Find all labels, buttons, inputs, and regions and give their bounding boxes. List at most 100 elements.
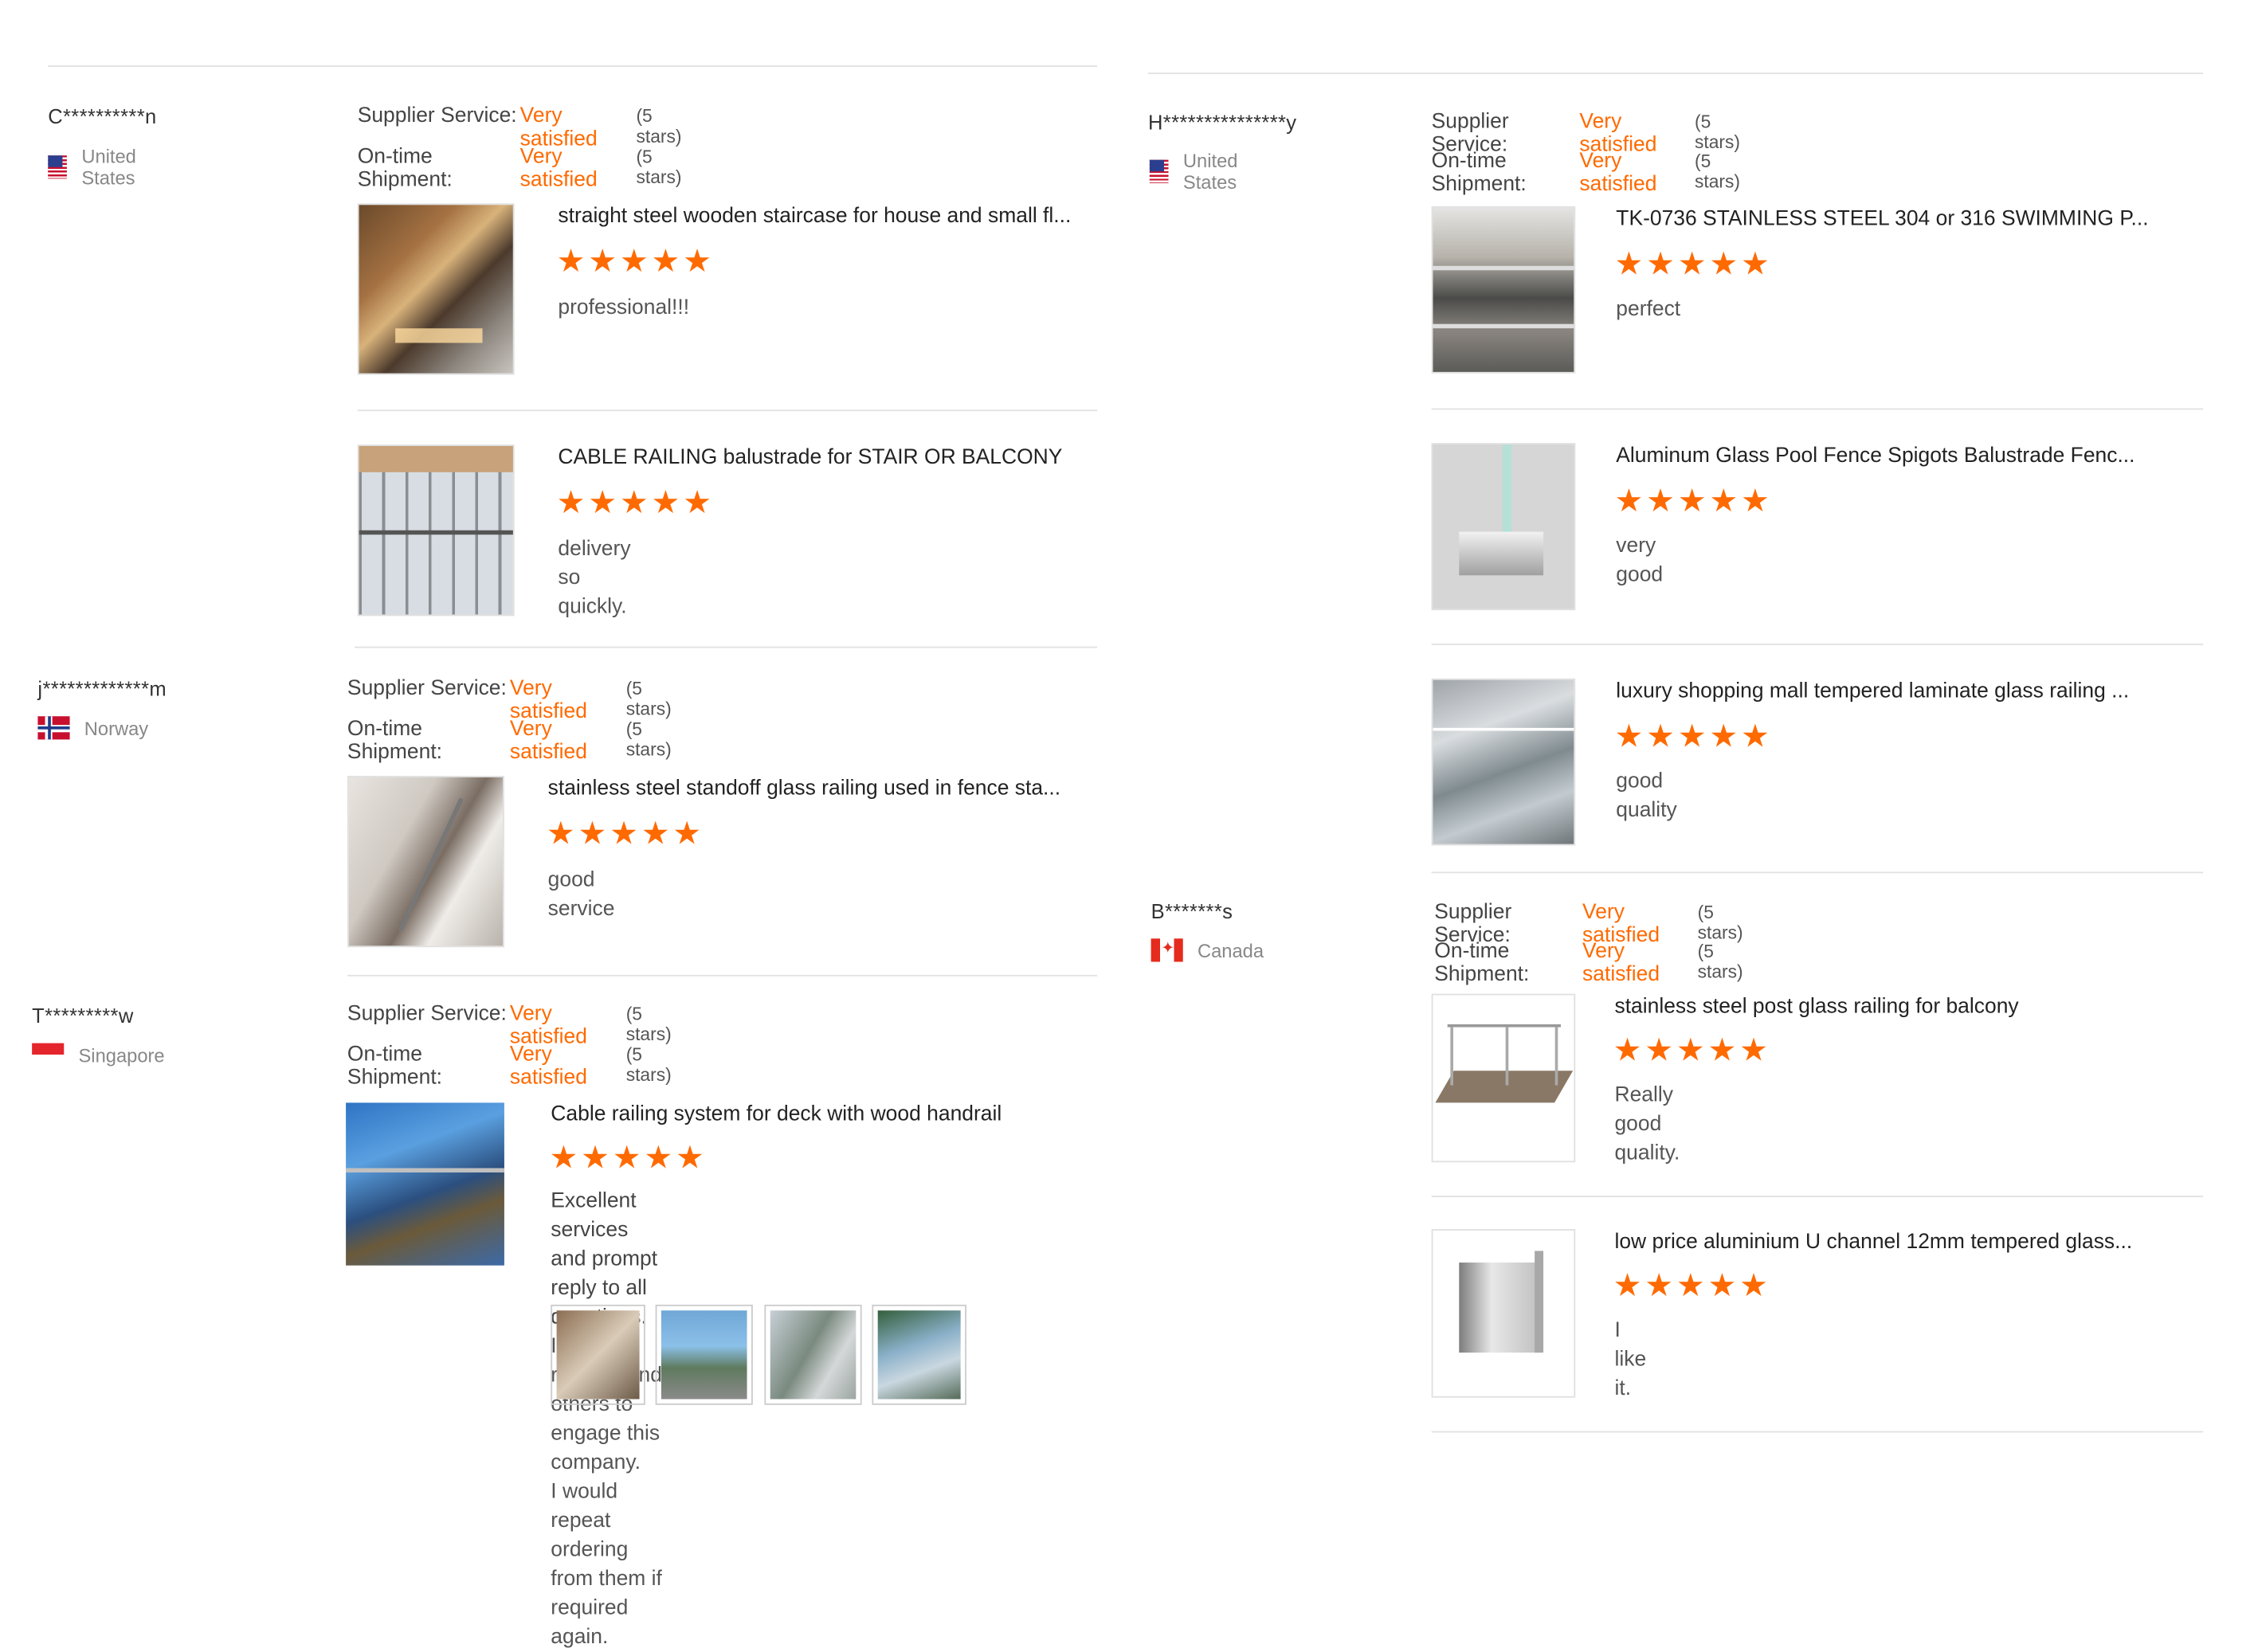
- shipment-value: Very satisfied: [519, 145, 598, 192]
- supplier-service-stars: (5 stars): [625, 678, 672, 719]
- country-name: Canada: [1197, 939, 1264, 961]
- shipment-label: On-time Shipment:: [357, 145, 453, 192]
- divider: [1431, 408, 2204, 410]
- canada-flag-icon: [1151, 938, 1183, 962]
- review-comment: good quality: [1616, 769, 1677, 823]
- divider: [1431, 871, 2204, 874]
- product-title[interactable]: Aluminum Glass Pool Fence Spigots Balust…: [1616, 444, 2134, 468]
- product-thumbnail[interactable]: [1431, 993, 1576, 1163]
- product-title[interactable]: TK-0736 STAINLESS STEEL 304 or 316 SWIMM…: [1616, 208, 2148, 231]
- product-thumbnail[interactable]: [1431, 443, 1576, 611]
- review-comment: delivery so quickly.: [558, 537, 631, 620]
- shipment-value: Very satisfied: [509, 1043, 587, 1090]
- supplier-service-value: Very satisfied: [509, 676, 587, 724]
- reviewer-country: Norway: [37, 716, 149, 740]
- reviewer-name: H***************y: [1147, 110, 1297, 134]
- supplier-service-row: Supplier Service: Very satisfied (5 star…: [347, 1003, 681, 1049]
- review-comment: very good: [1616, 534, 1664, 587]
- product-thumbnail[interactable]: [1431, 1229, 1576, 1398]
- review-comment: Really good quality.: [1614, 1083, 1680, 1165]
- star-rating: ★★★★★: [1614, 718, 1773, 754]
- supplier-service-stars: (5 stars): [1697, 902, 1743, 943]
- star-rating: ★★★★★: [1613, 1266, 1771, 1304]
- supplier-service-value: Very satisfied: [519, 104, 598, 151]
- product-title[interactable]: Cable railing system for deck with wood …: [551, 1102, 1002, 1125]
- star-rating: ★★★★★: [1614, 482, 1773, 519]
- product-thumbnail[interactable]: [357, 444, 515, 617]
- review-photo[interactable]: [764, 1304, 862, 1405]
- product-title[interactable]: straight steel wooden staircase for hous…: [558, 205, 1071, 228]
- reviewer-name: B*******s: [1151, 899, 1233, 923]
- shipment-label: On-time Shipment:: [1431, 149, 1527, 197]
- product-thumbnail[interactable]: [347, 776, 504, 948]
- reviewer-name: T*********w: [32, 1004, 134, 1028]
- review-photo[interactable]: [655, 1304, 753, 1405]
- divider: [357, 409, 1098, 412]
- supplier-service-label: Supplier Service:: [347, 1002, 507, 1026]
- shipment-row: On-time Shipment: Very satisfied (5 star…: [1432, 150, 1749, 196]
- product-thumbnail[interactable]: [1431, 206, 1576, 374]
- shipment-value: Very satisfied: [509, 718, 587, 765]
- product-title[interactable]: low price aluminium U channel 12mm tempe…: [1614, 1231, 2132, 1254]
- shipment-row: On-time Shipment: Very satisfied (5 star…: [1434, 940, 1751, 986]
- review-comment: professional!!!: [558, 296, 690, 320]
- divider: [355, 646, 1098, 648]
- comment-line: I would repeat ordering from them if req…: [551, 1480, 662, 1650]
- review-comment: perfect: [1616, 297, 1681, 322]
- shipment-stars: (5 stars): [625, 718, 672, 760]
- supplier-service-stars: (5 stars): [625, 1004, 672, 1045]
- star-rating: ★★★★★: [556, 242, 715, 280]
- supplier-service-stars: (5 stars): [1694, 112, 1740, 153]
- supplier-service-label: Supplier Service:: [347, 676, 507, 701]
- review-comment: Excellent services and prompt reply to a…: [551, 1187, 662, 1652]
- us-flag-icon: [1149, 159, 1169, 183]
- reviewer-country: United States: [1149, 149, 1251, 194]
- singapore-flag-icon: [32, 1043, 65, 1067]
- review-comment: good service: [547, 868, 615, 922]
- star-rating: ★★★★★: [546, 815, 704, 851]
- supplier-service-label: Supplier Service:: [357, 104, 517, 128]
- supplier-service-stars: (5 stars): [636, 106, 682, 147]
- reviewer-name: j*************m: [37, 676, 167, 701]
- divider: [1431, 1196, 2204, 1197]
- us-flag-icon: [48, 155, 68, 179]
- product-thumbnail[interactable]: [1431, 678, 1576, 846]
- reviewer-name: C**********n: [48, 104, 157, 128]
- shipment-stars: (5 stars): [1697, 941, 1743, 983]
- supplier-service-row: Supplier Service: Very satisfied (5 star…: [347, 677, 681, 723]
- shipment-row: On-time Shipment: Very satisfied (5 star…: [347, 718, 681, 764]
- shipment-row: On-time Shipment: Very satisfied (5 star…: [347, 1043, 681, 1090]
- review-comment: I like it.: [1614, 1319, 1647, 1401]
- product-title[interactable]: CABLE RAILING balustrade for STAIR OR BA…: [558, 446, 1062, 469]
- shipment-label: On-time Shipment:: [1434, 940, 1530, 987]
- divider: [1431, 644, 2204, 645]
- product-title[interactable]: stainless steel standoff glass railing u…: [548, 777, 1060, 801]
- review-photo[interactable]: [872, 1304, 966, 1405]
- review-photo[interactable]: [551, 1304, 645, 1405]
- product-title[interactable]: stainless steel post glass railing for b…: [1614, 995, 2018, 1018]
- reviewer-country: United States: [48, 145, 149, 189]
- product-title[interactable]: luxury shopping mall tempered laminate g…: [1616, 680, 2129, 703]
- star-rating: ★★★★★: [1613, 1032, 1771, 1068]
- reviewer-country: Canada: [1151, 938, 1264, 962]
- divider: [1431, 1431, 2204, 1433]
- country-name: United States: [1182, 149, 1238, 194]
- norway-flag-icon: [37, 716, 70, 740]
- product-thumbnail[interactable]: [357, 203, 515, 375]
- shipment-value: Very satisfied: [1579, 149, 1657, 197]
- shipment-label: On-time Shipment:: [347, 718, 443, 765]
- product-thumbnail[interactable]: [346, 1102, 504, 1266]
- divider: [347, 974, 1098, 977]
- country-name: Norway: [84, 717, 149, 739]
- shipment-row: On-time Shipment: Very satisfied (5 star…: [358, 145, 692, 191]
- supplier-service-row: Supplier Service: Very satisfied (5 star…: [358, 104, 692, 151]
- shipment-stars: (5 stars): [625, 1044, 672, 1086]
- star-rating: ★★★★★: [1614, 245, 1773, 282]
- divider: [48, 65, 1098, 67]
- divider: [1147, 72, 2204, 75]
- reviewer-country: Singapore: [32, 1043, 165, 1067]
- shipment-stars: (5 stars): [636, 147, 682, 188]
- supplier-service-value: Very satisfied: [509, 1002, 587, 1049]
- country-name: United States: [81, 145, 136, 190]
- star-rating: ★★★★★: [556, 483, 715, 520]
